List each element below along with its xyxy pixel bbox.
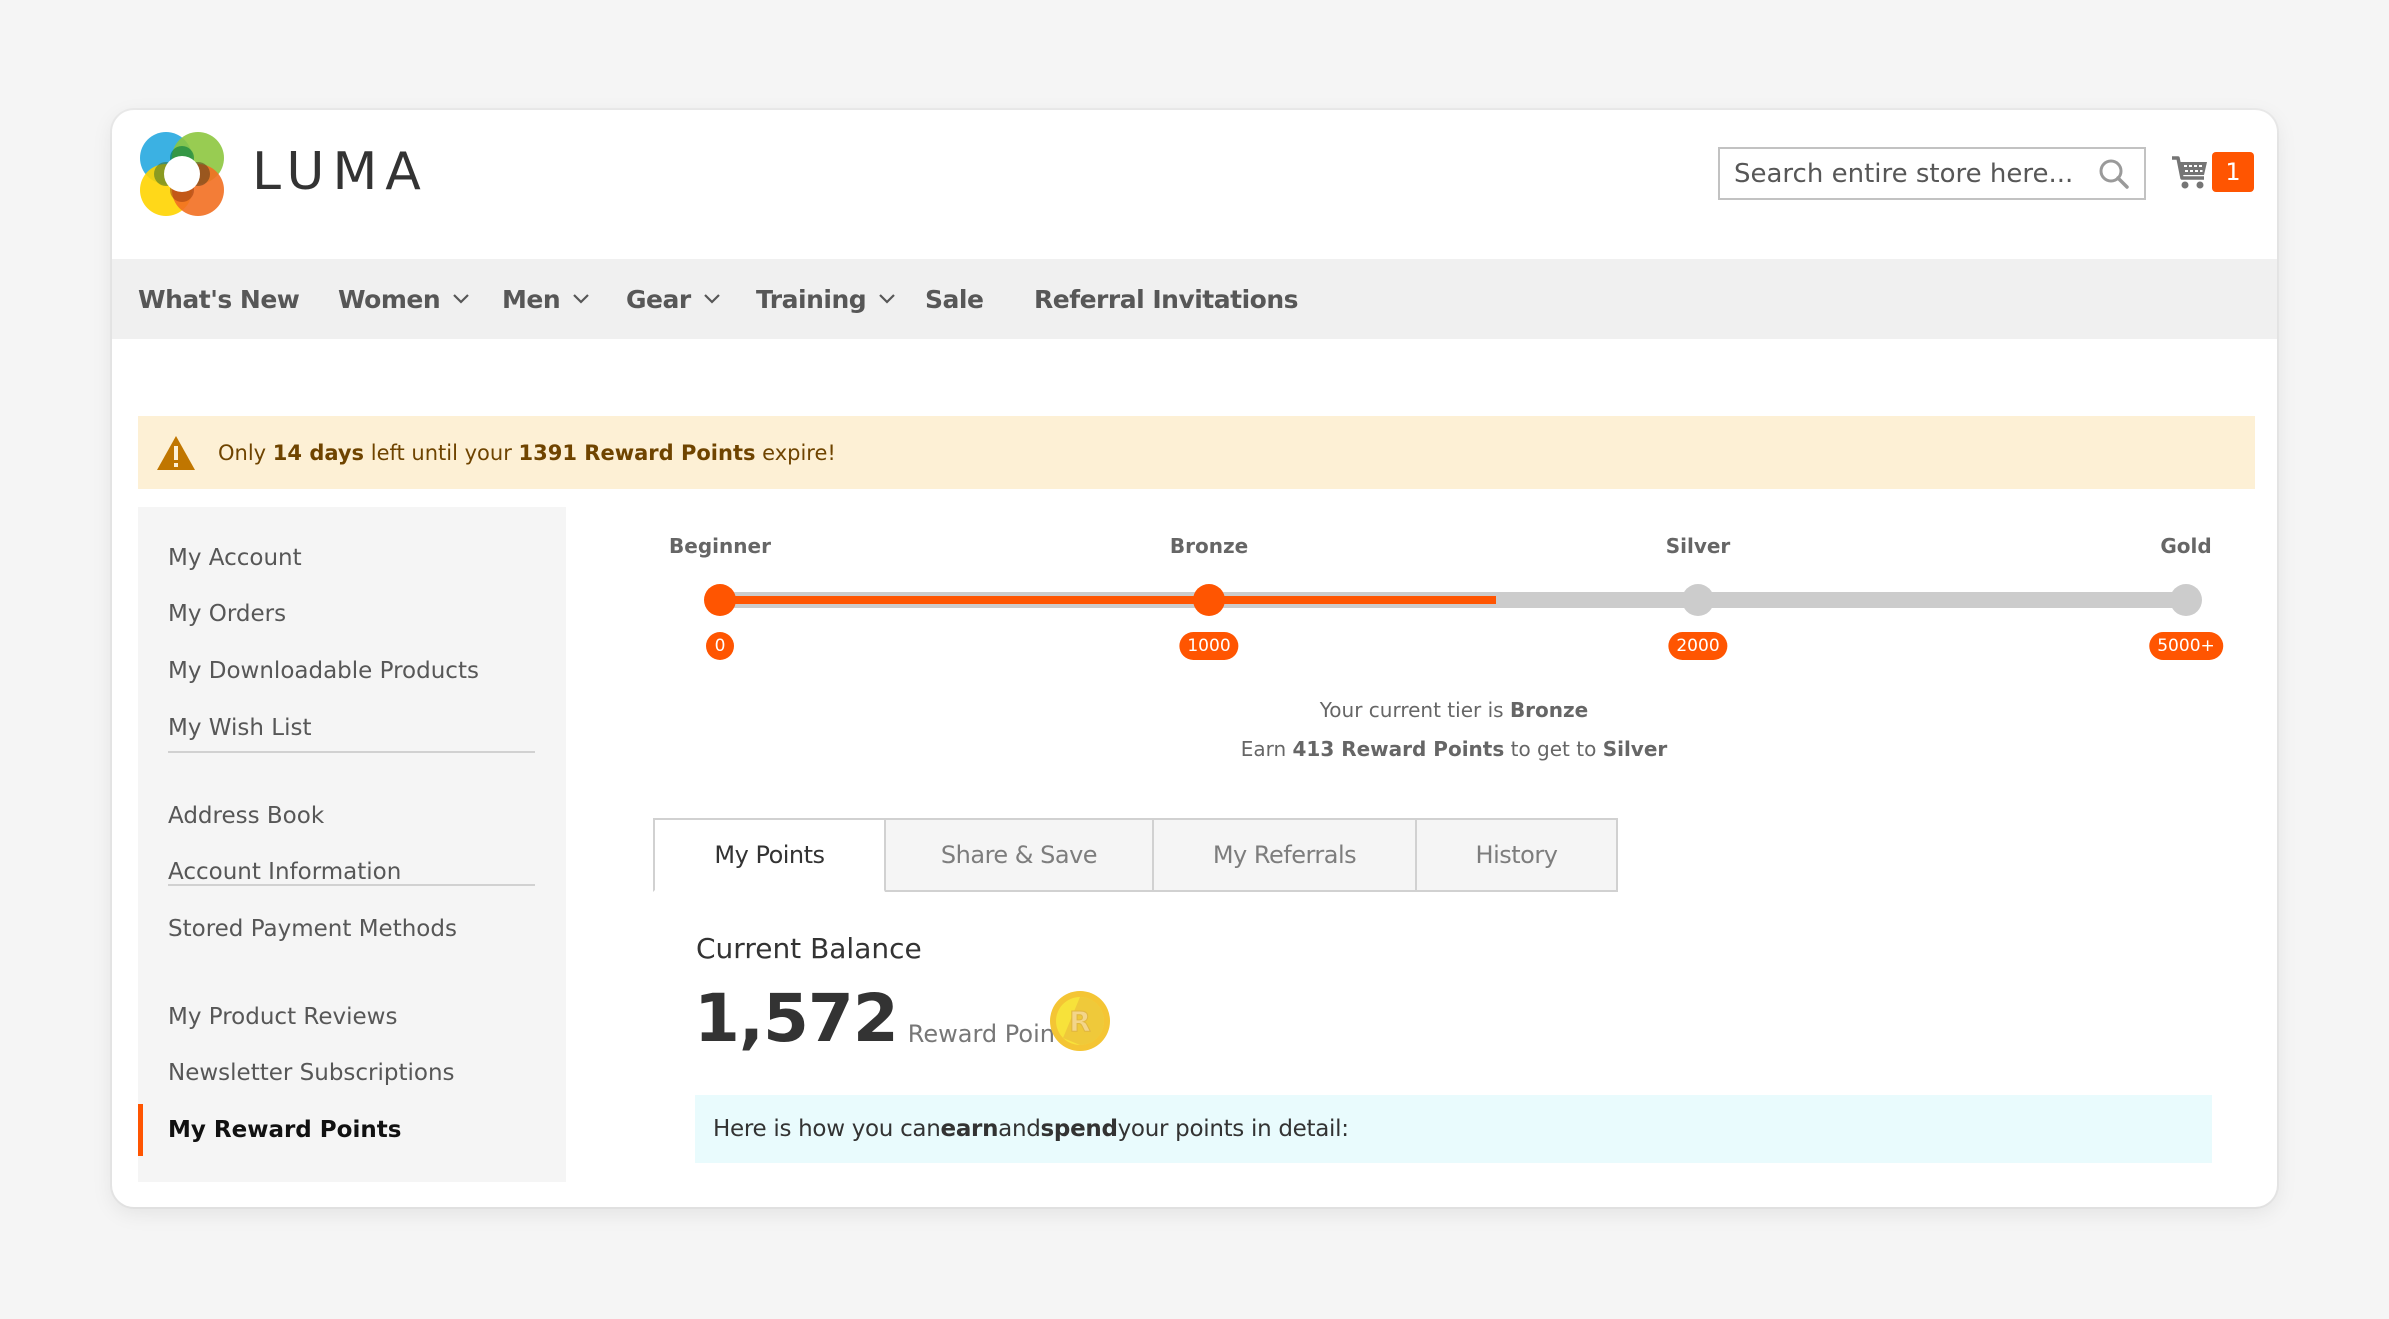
tab-share-save[interactable]: Share & Save: [885, 818, 1153, 892]
main-navigation: What's New Women Men Gear Training Sale Referr…: [112, 259, 2277, 339]
next-tier-text: Earn 413 Reward Points to get to Silver: [654, 737, 2254, 761]
tier-threshold-badge: 1000: [1179, 632, 1239, 660]
sidebar-item-address-book[interactable]: Address Book: [168, 796, 324, 836]
nav-item-women[interactable]: Women: [338, 259, 470, 339]
balance-row: 1,572 Reward Points: [694, 986, 1077, 1052]
chevron-down-icon[interactable]: [572, 293, 590, 305]
nav-item-what-s-new[interactable]: What's New: [138, 259, 300, 339]
tier-text-prefix: Your current tier is: [1319, 698, 1510, 722]
nav-item-gear[interactable]: Gear: [626, 259, 721, 339]
brand-name[interactable]: LUMA: [252, 142, 429, 202]
nav-item-label: Sale: [925, 284, 984, 314]
sidebar-item-newsletter-subscriptions[interactable]: Newsletter Subscriptions: [168, 1053, 455, 1093]
tier-text-prefix: Earn: [1240, 737, 1293, 761]
current-tier-text: Your current tier is Bronze: [654, 698, 2254, 722]
current-balance-title: Current Balance: [696, 932, 922, 965]
sidebar-item-stored-payment-methods[interactable]: Stored Payment Methods: [168, 909, 457, 949]
nav-item-training[interactable]: Training: [756, 259, 896, 339]
sidebar-item-my-wish-list[interactable]: My Wish List: [168, 708, 311, 748]
search-box[interactable]: [1718, 147, 2146, 200]
nav-item-label: Referral Invitations: [1034, 284, 1299, 314]
tab-my-referrals[interactable]: My Referrals: [1153, 818, 1416, 892]
alert-text: Only: [218, 440, 273, 465]
tier-text-middle: to get to: [1504, 737, 1603, 761]
sidebar-item-my-downloadable-products[interactable]: My Downloadable Products: [168, 651, 479, 691]
reward-coin-icon: R: [1050, 991, 1110, 1051]
tier-marker-silver: [1682, 584, 1714, 616]
sidebar-item-my-reward-points[interactable]: My Reward Points: [168, 1110, 401, 1150]
tier-marker-beginner: [704, 584, 736, 616]
tier-label-bronze: Bronze: [1169, 534, 1249, 558]
tier-label-silver: Silver: [1665, 534, 1731, 558]
tier-marker-bronze: [1193, 584, 1225, 616]
current-tier-name: Bronze: [1509, 698, 1589, 722]
alert-days: 14 days: [272, 440, 365, 465]
chevron-down-icon[interactable]: [878, 293, 896, 305]
tier-progress-fill: [720, 596, 1497, 604]
nav-item-sale[interactable]: Sale: [925, 259, 984, 339]
sidebar-item-my-product-reviews[interactable]: My Product Reviews: [168, 997, 397, 1037]
tier-marker-gold: [2170, 584, 2202, 616]
account-sidebar: My Account My Orders My Downloadable Produ…: [138, 507, 566, 1182]
nav-item-label: Women: [338, 284, 441, 314]
earn-spend-info: Here is how you can earn and spend your …: [695, 1095, 2212, 1163]
nav-item-referral-invitations[interactable]: Referral Invitations: [1034, 259, 1299, 339]
tab-history[interactable]: History: [1416, 818, 1618, 892]
info-text: Here is how you can: [713, 1116, 941, 1142]
sidebar-item-my-account[interactable]: My Account: [168, 538, 302, 578]
points-expiry-alert: Only 14 days left until your 1391 Reward…: [138, 416, 2255, 489]
active-item-indicator: [138, 1104, 143, 1156]
coin-letter: R: [1069, 1005, 1091, 1038]
sidebar-divider: [168, 751, 535, 753]
cart-count-badge[interactable]: 1: [2212, 152, 2254, 192]
nav-item-label: What's New: [138, 284, 300, 314]
info-earn: earn: [940, 1116, 999, 1142]
warning-icon: [157, 435, 195, 470]
sidebar-item-my-orders[interactable]: My Orders: [168, 594, 286, 634]
nav-item-label: Training: [756, 284, 867, 314]
shopping-cart-icon[interactable]: [2170, 152, 2210, 192]
sidebar-item-account-information[interactable]: Account Information: [168, 852, 401, 892]
chevron-down-icon[interactable]: [703, 293, 721, 305]
tier-threshold-badge: 0: [706, 632, 734, 660]
tier-label-gold: Gold: [2160, 534, 2212, 558]
nav-item-label: Men: [502, 284, 561, 314]
tier-threshold-badge: 5000+: [2149, 632, 2223, 660]
nav-item-label: Gear: [626, 284, 691, 314]
luma-logo-icon[interactable]: [138, 130, 226, 218]
points-needed: 413 Reward Points: [1292, 737, 1505, 761]
alert-points: 1391 Reward Points: [518, 440, 756, 465]
search-icon[interactable]: [2094, 154, 2134, 194]
tier-threshold-badge: 2000: [1668, 632, 1728, 660]
balance-value: 1,572: [694, 980, 899, 1057]
nav-item-men[interactable]: Men: [502, 259, 590, 339]
search-input[interactable]: [1720, 149, 2094, 198]
info-spend: spend: [1040, 1116, 1118, 1142]
tab-my-points[interactable]: My Points: [653, 818, 885, 892]
sidebar-divider: [168, 884, 535, 886]
page-card: LUMA 1 What's New Women Men Gear Training Sal…: [112, 110, 2277, 1207]
reward-tabs: My Points Share & Save My Referrals History: [653, 818, 1618, 892]
info-text: your points in detail:: [1117, 1116, 1349, 1142]
info-text: and: [998, 1116, 1041, 1142]
chevron-down-icon[interactable]: [452, 293, 470, 305]
alert-message: Only 14 days left until your 1391 Reward…: [218, 441, 836, 465]
tier-label-beginner: Beginner: [669, 534, 771, 558]
alert-text: left until your: [364, 440, 519, 465]
next-tier-name: Silver: [1602, 737, 1668, 761]
alert-text: expire!: [755, 440, 836, 465]
